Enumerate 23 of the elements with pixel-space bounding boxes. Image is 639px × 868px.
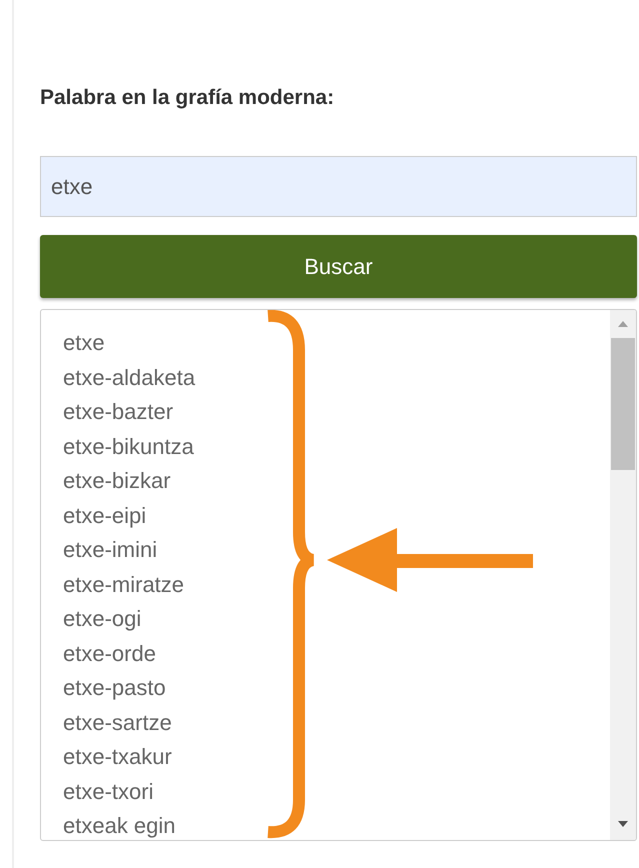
result-item[interactable]: etxe-orde (63, 636, 610, 671)
result-item[interactable]: etxe-miratze (63, 568, 610, 602)
result-item[interactable]: etxe-bikuntza (63, 430, 610, 464)
result-item[interactable]: etxe-eipi (63, 498, 610, 533)
result-item[interactable]: etxe-sartze (63, 706, 610, 740)
result-item[interactable]: etxe-bizkar (63, 464, 610, 498)
field-label: Palabra en la grafía moderna: (40, 86, 336, 110)
search-field[interactable]: etxe (40, 156, 637, 217)
result-item[interactable]: etxe-bazter (63, 395, 610, 430)
result-item[interactable]: etxe-ogi (63, 602, 610, 636)
result-item[interactable]: etxe-txakur (63, 740, 610, 774)
arrow-icon (327, 528, 533, 592)
result-item[interactable]: etxe-imini (63, 533, 610, 568)
result-item[interactable]: etxeak egin (63, 809, 610, 840)
result-item[interactable]: etxe-aldaketa (63, 360, 610, 395)
result-item[interactable]: etxe-txori (63, 774, 610, 809)
result-item[interactable]: etxe (63, 326, 610, 360)
scroll-down-icon[interactable] (617, 820, 629, 828)
search-button[interactable]: Buscar (40, 235, 637, 298)
result-item[interactable]: etxe-pasto (63, 671, 610, 706)
scrollbar-thumb[interactable] (611, 338, 635, 470)
scroll-up-icon[interactable] (617, 320, 629, 328)
scrollbar[interactable] (610, 310, 636, 840)
